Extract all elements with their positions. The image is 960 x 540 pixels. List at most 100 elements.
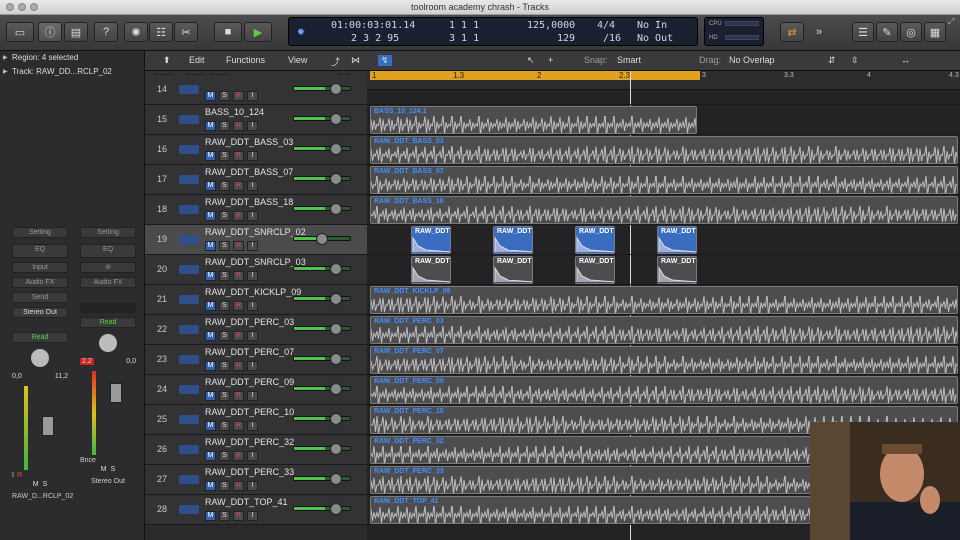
snare-region[interactable]: RAW_DDT: [575, 226, 615, 254]
lcd-gear-icon[interactable]: ✹: [297, 25, 305, 38]
arrange-lane[interactable]: RAW_DDT RAW_DDT RAW_DDT RAW_DDT: [367, 255, 960, 285]
input-slot[interactable]: Input: [12, 262, 68, 273]
audio-fx-slot[interactable]: Audio FX: [80, 277, 136, 288]
arrange-lane[interactable]: BASS_10_124.1: [367, 105, 960, 135]
track-header[interactable]: 18 RAW_DDT_BASS_18 M S R I: [145, 195, 367, 225]
track-name[interactable]: RAW_DDT_BASS_07: [205, 167, 293, 177]
input-monitor-button[interactable]: I: [247, 211, 258, 221]
arrange-lane[interactable]: RAW_DDT_BASS_07: [367, 165, 960, 195]
region-inspector-header[interactable]: Region: 4 selected: [0, 51, 144, 65]
audio-region[interactable]: RAW_DDT_KICKLP_09: [370, 286, 958, 314]
mute-button[interactable]: M: [205, 421, 216, 431]
record-button[interactable]: R: [233, 421, 244, 431]
library-button[interactable]: ▭: [6, 22, 34, 42]
input-monitor-button[interactable]: I: [247, 241, 258, 251]
track-volume-slider[interactable]: [293, 413, 351, 425]
input-monitor-button[interactable]: I: [247, 151, 258, 161]
input-monitor-i[interactable]: I: [12, 472, 14, 479]
solo-button[interactable]: S: [219, 241, 230, 251]
track-volume-slider[interactable]: [293, 173, 351, 185]
track-name[interactable]: RAW_DDT_BASS_03: [205, 137, 293, 147]
pan-knob[interactable]: [99, 334, 117, 352]
arrange-lane[interactable]: RAW_DDT_BASS_03: [367, 135, 960, 165]
arrange-lane[interactable]: RAW_DDT_PERC_07: [367, 345, 960, 375]
audio-region[interactable]: RAW_DDT_PERC_09: [370, 376, 958, 404]
pan-knob[interactable]: [31, 349, 49, 367]
track-name[interactable]: RAW_DDT_KICKLP_09: [205, 287, 301, 297]
solo-button[interactable]: S: [219, 121, 230, 131]
track-header[interactable]: 26 RAW_DDT_PERC_32 M S R I: [145, 435, 367, 465]
back-icon[interactable]: ⬆: [163, 55, 171, 66]
smart-controls-icon[interactable]: ✺: [124, 22, 148, 42]
track-inspector-header[interactable]: Track: RAW_DD...RCLP_02: [0, 65, 144, 79]
audio-region[interactable]: RAW_DDT_PERC_03: [370, 316, 958, 344]
setting-button[interactable]: Setting: [12, 227, 68, 238]
track-volume-slider[interactable]: [293, 293, 351, 305]
track-header[interactable]: 16 RAW_DDT_BASS_03 M S R I: [145, 135, 367, 165]
track-name[interactable]: RAW_DDT_PERC_03: [205, 317, 294, 327]
zoom-button[interactable]: [30, 3, 38, 11]
track-header[interactable]: 19 RAW_DDT_SNRCLP_02 M S R I: [145, 225, 367, 255]
view-menu[interactable]: View: [288, 55, 307, 65]
solo-button[interactable]: S: [219, 331, 230, 341]
track-volume-slider[interactable]: [293, 473, 351, 485]
input-monitor-button[interactable]: I: [247, 421, 258, 431]
mute-button[interactable]: M: [205, 451, 216, 461]
record-enable-r[interactable]: R: [17, 472, 22, 479]
eq-display[interactable]: EQ: [12, 244, 68, 258]
track-volume-slider[interactable]: [293, 113, 351, 125]
solo-button[interactable]: S: [219, 271, 230, 281]
track-header[interactable]: 17 RAW_DDT_BASS_07 M S R I: [145, 165, 367, 195]
track-name[interactable]: RAW_DDT_PERC_32: [205, 437, 294, 447]
horizontal-zoom-icon[interactable]: ↔: [901, 55, 910, 65]
mute-button[interactable]: M: [205, 391, 216, 401]
input-monitor-button[interactable]: I: [247, 361, 258, 371]
input-monitor-button[interactable]: I: [247, 271, 258, 281]
solo-button[interactable]: S: [219, 451, 230, 461]
mute-button[interactable]: M: [205, 91, 216, 101]
close-button[interactable]: [6, 3, 14, 11]
snap-select[interactable]: Smart: [617, 55, 641, 65]
record-button[interactable]: R: [233, 481, 244, 491]
snare-region[interactable]: RAW_DDT: [657, 256, 697, 284]
track-volume-slider[interactable]: [293, 353, 351, 365]
track-header[interactable]: 20 RAW_DDT_SNRCLP_03 M S R I: [145, 255, 367, 285]
audio-region[interactable]: BASS_10_124.1: [370, 106, 697, 134]
solo-button[interactable]: S: [219, 151, 230, 161]
track-header[interactable]: 28 RAW_DDT_TOP_41 M S R I: [145, 495, 367, 525]
list-editors-icon[interactable]: ☰: [852, 22, 874, 42]
eq-display[interactable]: EQ: [80, 244, 136, 258]
input-monitor-button[interactable]: I: [247, 301, 258, 311]
solo-button[interactable]: S: [219, 91, 230, 101]
track-header[interactable]: 22 RAW_DDT_PERC_03 M S R I: [145, 315, 367, 345]
more-icon[interactable]: »: [812, 22, 826, 42]
input-monitor-button[interactable]: I: [247, 331, 258, 341]
mute-button[interactable]: M: [205, 511, 216, 521]
track-volume-slider[interactable]: [293, 383, 351, 395]
solo-button[interactable]: S: [219, 421, 230, 431]
solo-button[interactable]: S: [219, 361, 230, 371]
loops-icon[interactable]: ◎: [900, 22, 922, 42]
record-button[interactable]: R: [233, 361, 244, 371]
audio-region[interactable]: RAW_DDT_BASS_03: [370, 136, 958, 164]
empty-slot[interactable]: [80, 303, 136, 313]
track-name[interactable]: RAW_DDT_PERC_33: [205, 467, 294, 477]
inspector-button[interactable]: ⓘ: [38, 22, 62, 42]
solo-button[interactable]: S: [111, 466, 116, 473]
send-slot[interactable]: Send: [12, 292, 68, 303]
input-monitor-button[interactable]: I: [247, 451, 258, 461]
arrange-lane[interactable]: [367, 75, 960, 105]
input-monitor-button[interactable]: I: [247, 511, 258, 521]
mute-button[interactable]: M: [205, 271, 216, 281]
audio-region[interactable]: RAW_DDT_BASS_18: [370, 196, 958, 224]
mute-button[interactable]: M: [205, 151, 216, 161]
browser-icon[interactable]: ▦: [924, 22, 946, 42]
record-button[interactable]: R: [233, 271, 244, 281]
record-button[interactable]: R: [233, 151, 244, 161]
edit-menu[interactable]: Edit: [189, 55, 205, 65]
record-button[interactable]: R: [233, 241, 244, 251]
solo-button[interactable]: S: [219, 181, 230, 191]
mixer-icon[interactable]: ☷: [149, 22, 173, 42]
track-volume-slider[interactable]: [293, 143, 351, 155]
functions-menu[interactable]: Functions: [226, 55, 265, 65]
